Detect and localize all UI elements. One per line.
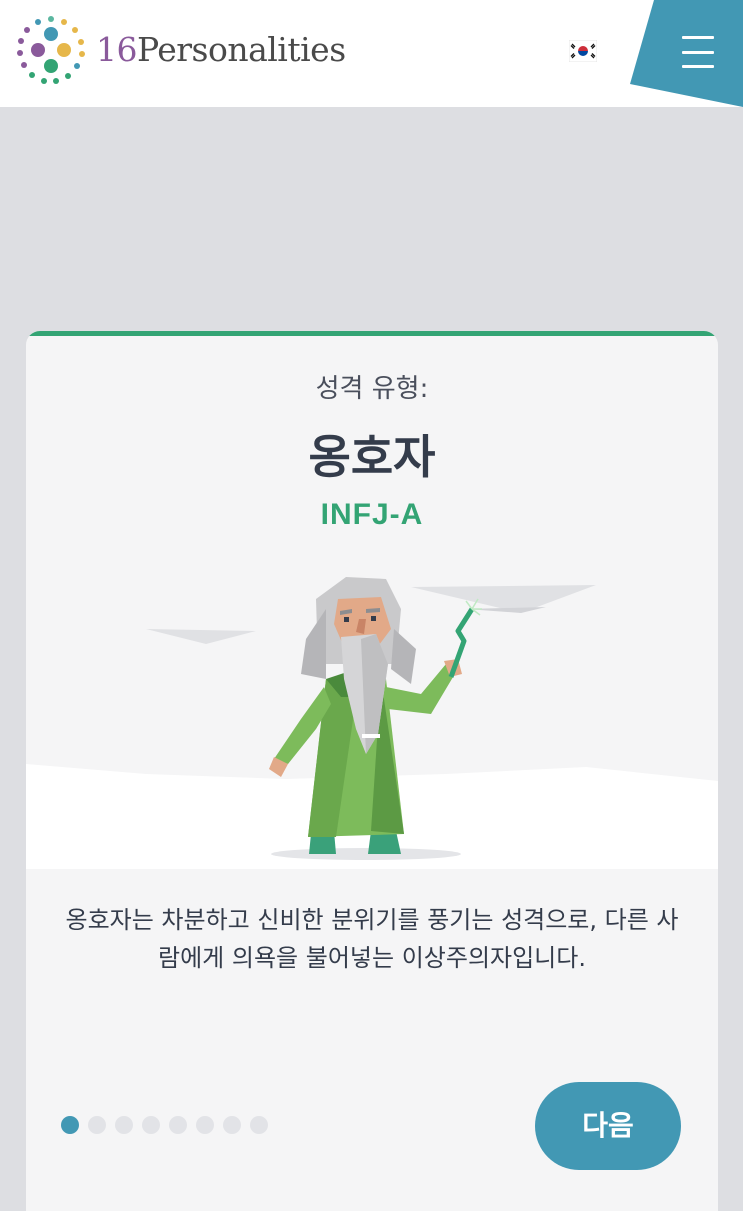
south-korea-flag-icon[interactable]: [568, 39, 598, 63]
pagination-dot[interactable]: [169, 1116, 187, 1134]
personality-result-card: 성격 유형: 옹호자 INFJ-A 옹호자는 차분하고 신비한 분위기를 풍기는…: [26, 331, 718, 1211]
pagination-dots: [61, 1116, 268, 1136]
pagination-dot[interactable]: [115, 1116, 133, 1134]
logo-number: 16: [96, 30, 138, 69]
pagination-dot[interactable]: [223, 1116, 241, 1134]
personality-description: 옹호자는 차분하고 신비한 분위기를 풍기는 성격으로, 다른 사람에게 의욕을…: [65, 906, 679, 972]
next-button[interactable]: 다음: [535, 1082, 681, 1170]
pagination-dot[interactable]: [88, 1116, 106, 1134]
menu-area: [630, 0, 743, 107]
logo-dots-icon[interactable]: [14, 14, 88, 88]
top-header: 16Personalities: [0, 0, 743, 107]
pagination-dot[interactable]: [61, 1116, 79, 1134]
card-accent-bar: [26, 331, 718, 336]
pagination-dot[interactable]: [142, 1116, 160, 1134]
personality-type-code: INFJ-A: [320, 498, 424, 531]
personality-type-label: 성격 유형:: [315, 374, 429, 404]
advocate-character-illustration: [26, 577, 718, 869]
logo-word: Personalities: [137, 30, 346, 69]
pagination-dot[interactable]: [250, 1116, 268, 1134]
logo-wordmark[interactable]: 16Personalities: [96, 28, 346, 72]
hamburger-menu-icon[interactable]: [682, 36, 714, 68]
personality-type-name: 옹호자: [308, 430, 436, 484]
pagination-dot[interactable]: [196, 1116, 214, 1134]
